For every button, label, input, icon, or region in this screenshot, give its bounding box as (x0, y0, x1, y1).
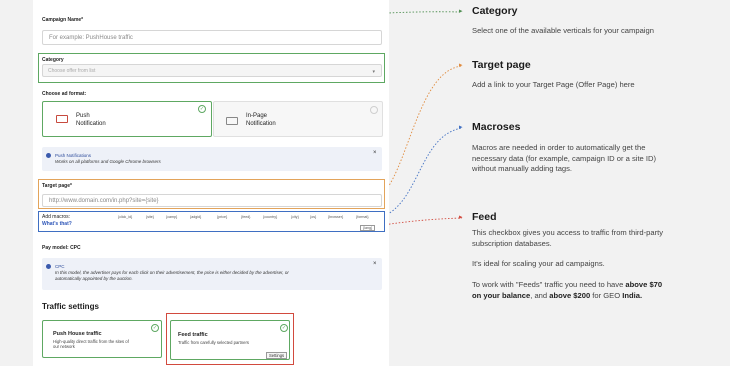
target-page-input[interactable]: http://www.domain.com/in.php?site={site} (42, 194, 382, 207)
check-icon: ✓ (280, 324, 288, 332)
push-house-title: Push House traffic (53, 331, 102, 337)
annotation-feed-text-5: on your balance, and above $200 for GEO … (472, 291, 642, 302)
annotation-feed-text-4: To work with "Feeds" traffic you need to… (472, 280, 662, 291)
cpc-note-title: CPC (55, 264, 65, 269)
annotation-target-text: Add a link to your Target Page (Offer Pa… (472, 80, 635, 89)
macro-click-id[interactable]: {click_id} (118, 215, 132, 219)
macro-feed[interactable]: {feed} (241, 215, 250, 219)
cpc-note-text-2: automatically appointed by the auction. (55, 276, 133, 281)
info-icon (46, 264, 51, 269)
feed-text-5b: , and (530, 290, 550, 300)
check-icon: ✓ (151, 324, 159, 332)
push-house-traffic-card[interactable]: Push House traffic High-quality direct t… (42, 320, 162, 358)
feed-text-4b: above $70 (625, 280, 663, 289)
in-page-notification-icon (226, 117, 238, 125)
feed-text-5c: above $200 (549, 290, 591, 300)
annotation-feed-text-1: This checkbox gives you access to traffi… (472, 228, 664, 237)
macro-site[interactable]: {site} (146, 215, 154, 219)
campaign-form: Campaign Name* For example: PushHouse tr… (33, 0, 389, 366)
format-push-title-1: Push (76, 113, 90, 119)
category-label: Category (42, 57, 64, 63)
macro-browser[interactable]: {browser} (328, 215, 343, 219)
push-note-title: Push Notifications (55, 153, 92, 158)
annotation-feed-text-3: It's ideal for scaling your ad campaigns… (472, 259, 605, 268)
macro-lang[interactable]: {lang} (360, 225, 376, 231)
feed-text-5a: on your balance (472, 290, 531, 300)
macro-camp[interactable]: {camp} (166, 215, 177, 219)
info-icon (46, 153, 51, 158)
arrow-right-icon: ▸ (459, 62, 463, 69)
category-select[interactable]: Choose offer from list ▾ (42, 64, 382, 77)
ad-format-label: Choose ad format: (42, 91, 87, 97)
format-card-push[interactable]: Push Notification ✓ (42, 101, 212, 137)
target-page-label: Target page* (42, 183, 72, 189)
feed-traffic-title: Feed traffic (178, 332, 208, 338)
feed-text-5e: India. (622, 290, 643, 300)
annotation-target-title: Target page (472, 59, 531, 71)
check-icon: ✓ (198, 105, 206, 113)
feed-text-5d: for GEO (590, 290, 623, 300)
close-icon[interactable]: × (373, 150, 377, 156)
format-push-title-2: Notification (76, 121, 106, 127)
annotation-macroses-text-1: Macros are needed in order to automatica… (472, 143, 646, 152)
feed-traffic-desc: Traffic from carefully selected partners (178, 340, 249, 345)
format-card-inpage[interactable]: In-Page Notification (213, 101, 383, 137)
chevron-down-icon: ▾ (372, 69, 375, 75)
macro-price[interactable]: {price} (217, 215, 227, 219)
campaign-name-input[interactable]: For example: PushHouse traffic (42, 30, 382, 45)
close-icon[interactable]: × (373, 261, 377, 267)
push-notification-icon (56, 115, 68, 123)
radio-empty-icon (370, 106, 378, 114)
macro-adgid[interactable]: {adgid} (190, 215, 201, 219)
push-info-note: Push Notifications Works on all platform… (42, 147, 382, 171)
category-select-value: Choose offer from list (48, 67, 96, 74)
feed-traffic-card[interactable]: Feed traffic Traffic from carefully sele… (170, 320, 290, 360)
whats-that-link[interactable]: What's that? (42, 221, 72, 227)
feed-settings-button[interactable]: Settings (266, 352, 288, 359)
macro-city[interactable]: {city} (291, 215, 299, 219)
annotation-macroses-text-2: necessary data (for example, campaign ID… (472, 153, 657, 163)
push-note-text: Works on all platforms and Google Chrome… (55, 159, 161, 164)
annotation-category-title: Category (472, 5, 518, 17)
arrow-right-icon: ▸ (459, 124, 463, 131)
macro-os[interactable]: {os} (310, 215, 316, 219)
format-inpage-title-2: Notification (246, 121, 276, 127)
cpc-info-note: CPC In this model, the advertiser pays f… (42, 258, 382, 290)
annotation-macroses-text-3: without manually adding tags. (472, 164, 573, 173)
macro-country[interactable]: {country} (263, 215, 277, 219)
arrow-right-icon: ▸ (459, 8, 463, 15)
arrow-right-icon: ▸ (459, 214, 463, 221)
annotation-macroses-title: Macroses (472, 121, 521, 133)
annotation-feed-text-2: subscription databases. (472, 238, 552, 248)
feed-text-4a: To work with "Feeds" traffic you need to… (472, 280, 626, 289)
push-house-desc-2: our network (53, 344, 75, 349)
add-macros-label: Add macros: (42, 214, 71, 220)
format-inpage-title-1: In-Page (246, 113, 268, 119)
traffic-settings-title: Traffic settings (42, 302, 99, 311)
annotation-feed-title: Feed (472, 211, 497, 223)
pay-model-label: Pay model: CPC (42, 245, 81, 251)
campaign-name-label: Campaign Name* (42, 17, 84, 23)
annotation-category-text: Select one of the available verticals fo… (472, 26, 654, 35)
macro-format[interactable]: {format} (356, 215, 369, 219)
